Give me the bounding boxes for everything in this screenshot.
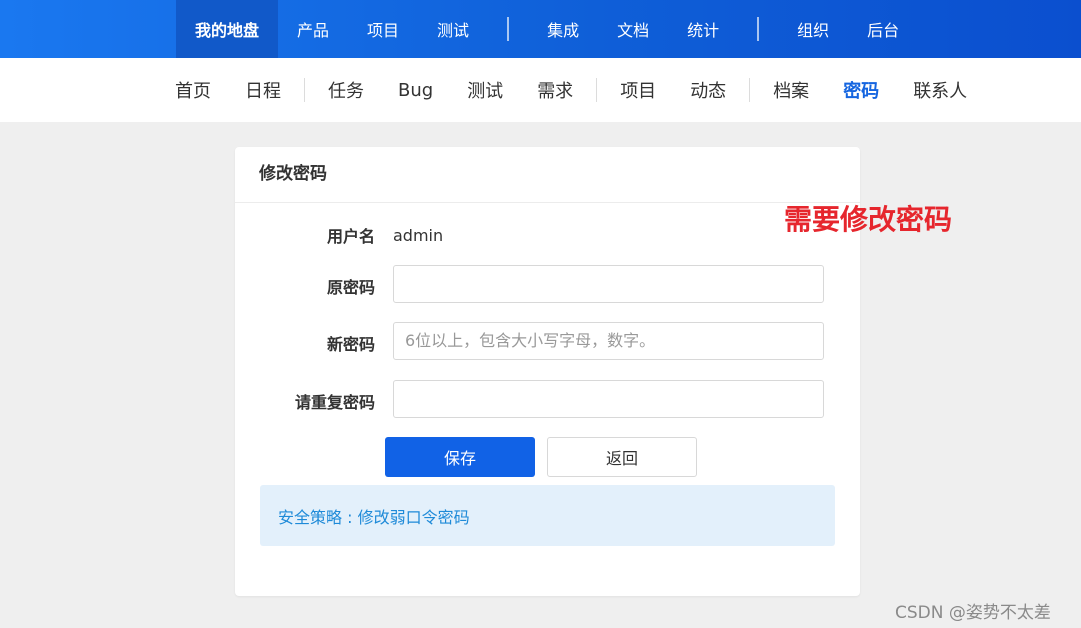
repeat-password-label: 请重复密码: [294, 393, 375, 412]
subnav-task[interactable]: 任务: [311, 77, 381, 103]
subnav-story[interactable]: 需求: [520, 77, 590, 103]
topnav-docs[interactable]: 文档: [598, 0, 668, 58]
repeat-password-input[interactable]: [393, 380, 824, 418]
topnav-divider: [757, 17, 760, 41]
subnav-bug[interactable]: Bug: [381, 80, 450, 101]
subnav-password[interactable]: 密码: [826, 77, 896, 103]
old-password-input[interactable]: [393, 265, 824, 303]
watermark: CSDN @姿势不太差: [895, 603, 1051, 623]
new-password-label: 新密码: [326, 335, 375, 354]
sub-nav: 首页 日程 任务 Bug 测试 需求 项目 动态 档案 密码 联系人: [158, 58, 984, 122]
topnav-stats[interactable]: 统计: [668, 0, 738, 58]
annotation-text: 需要修改密码: [784, 203, 953, 236]
old-password-label: 原密码: [326, 278, 375, 297]
topnav-project[interactable]: 项目: [348, 0, 418, 58]
subnav-dynamic[interactable]: 动态: [673, 77, 743, 103]
subnav-divider: [596, 78, 598, 102]
username-row: 用户名 admin: [235, 223, 443, 247]
top-navbar: 我的地盘 产品 项目 测试 集成 文档 统计 组织 后台: [0, 0, 1081, 58]
panel-title: 修改密码: [235, 147, 860, 203]
topnav-org[interactable]: 组织: [778, 0, 848, 58]
subnav-divider: [749, 78, 751, 102]
secondary-navbar: 首页 日程 任务 Bug 测试 需求 项目 动态 档案 密码 联系人: [0, 58, 1081, 122]
old-password-row: 原密码: [235, 274, 375, 298]
save-button[interactable]: 保存: [385, 437, 535, 477]
topnav-my-space[interactable]: 我的地盘: [176, 0, 279, 58]
top-nav: 我的地盘 产品 项目 测试 集成 文档 统计 组织 后台: [176, 0, 918, 58]
subnav-project[interactable]: 项目: [603, 77, 673, 103]
subnav-profile[interactable]: 档案: [756, 77, 826, 103]
username-label: 用户名: [326, 227, 375, 246]
subnav-calendar[interactable]: 日程: [228, 77, 298, 103]
topnav-integration[interactable]: 集成: [528, 0, 598, 58]
username-value: admin: [393, 225, 444, 245]
subnav-contacts[interactable]: 联系人: [896, 77, 984, 103]
back-button[interactable]: 返回: [547, 437, 697, 477]
topnav-product[interactable]: 产品: [278, 0, 348, 58]
topnav-divider: [507, 17, 510, 41]
subnav-test[interactable]: 测试: [450, 77, 520, 103]
new-password-row: 新密码: [235, 331, 375, 355]
repeat-password-row: 请重复密码: [235, 389, 375, 413]
change-password-panel: 修改密码 用户名 admin 原密码 新密码 请重复密码 保存 返回 安全策略 …: [235, 147, 860, 596]
topnav-admin[interactable]: 后台: [848, 0, 918, 58]
topnav-test[interactable]: 测试: [418, 0, 488, 58]
subnav-divider: [304, 78, 305, 102]
security-policy-notice: 安全策略 : 修改弱口令密码: [260, 485, 835, 546]
subnav-home[interactable]: 首页: [158, 77, 228, 103]
new-password-input[interactable]: [393, 322, 824, 360]
